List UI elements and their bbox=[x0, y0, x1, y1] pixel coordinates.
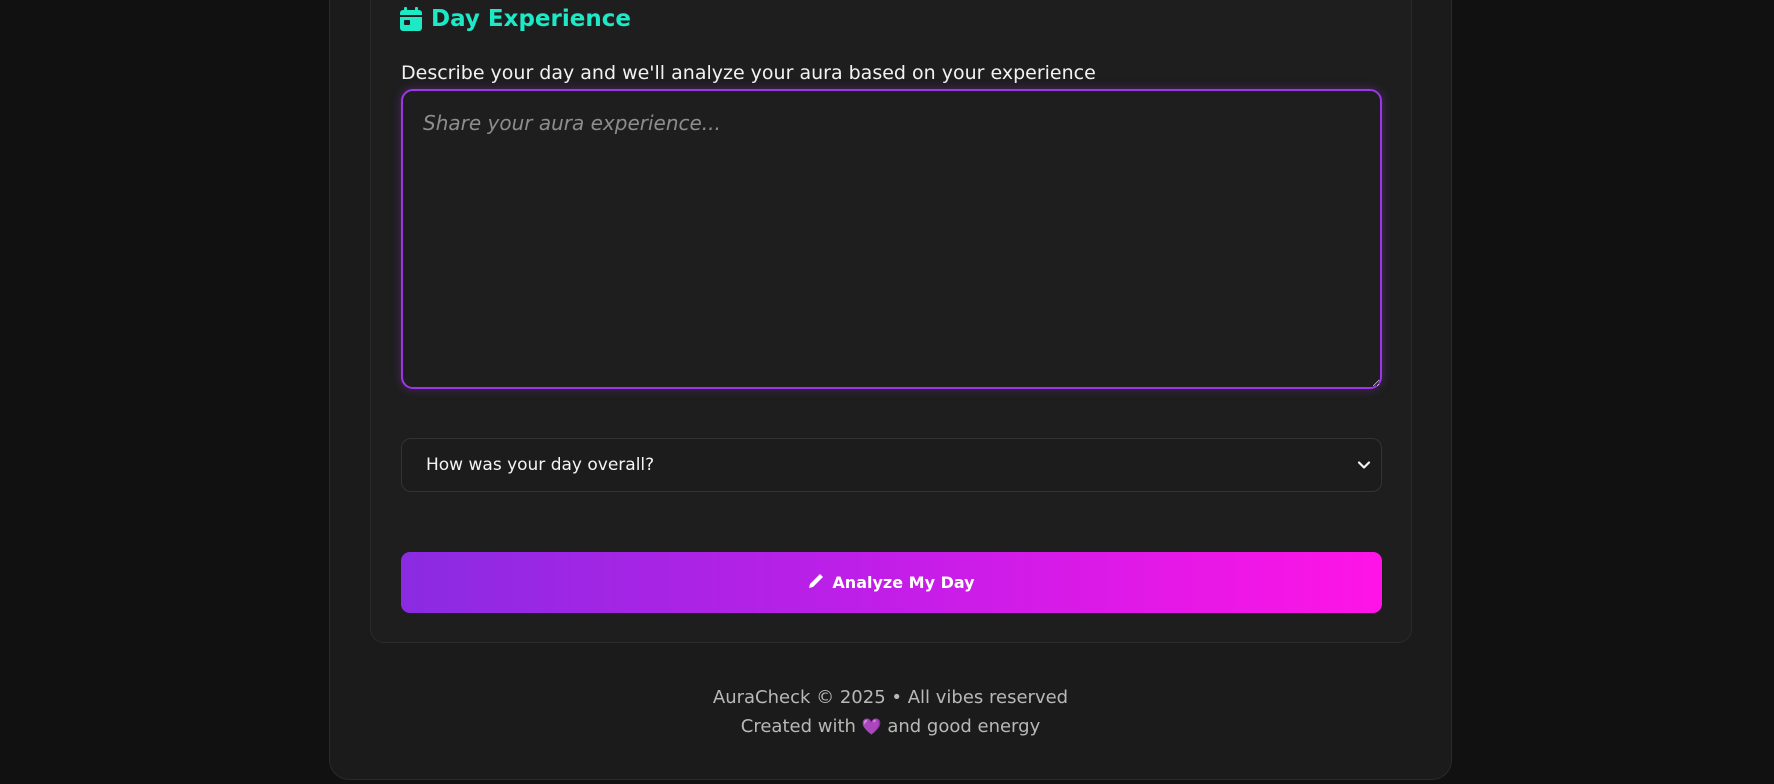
pencil-icon bbox=[808, 573, 824, 593]
footer-copyright: AuraCheck © 2025 • All vibes reserved bbox=[712, 687, 1069, 708]
analyze-button[interactable]: Analyze My Day bbox=[401, 552, 1382, 613]
analyze-button-label: Analyze My Day bbox=[832, 573, 975, 592]
footer-credit-prefix: Created with bbox=[740, 716, 856, 737]
day-rating-select[interactable]: How was your day overall? bbox=[401, 438, 1382, 492]
heart-icon: 💜 bbox=[861, 717, 882, 736]
experience-textarea[interactable] bbox=[401, 89, 1382, 389]
section-title: Day Experience bbox=[400, 4, 631, 34]
form-description: Describe your day and we'll analyze your… bbox=[401, 62, 1096, 84]
calendar-icon bbox=[400, 7, 422, 31]
day-rating-selected-value: How was your day overall? bbox=[426, 455, 655, 475]
chevron-down-icon bbox=[1357, 457, 1371, 477]
footer-credit: Created with 💜 and good energy bbox=[329, 715, 1452, 739]
section-title-text: Day Experience bbox=[431, 6, 631, 32]
footer-credit-suffix: and good energy bbox=[887, 716, 1041, 737]
